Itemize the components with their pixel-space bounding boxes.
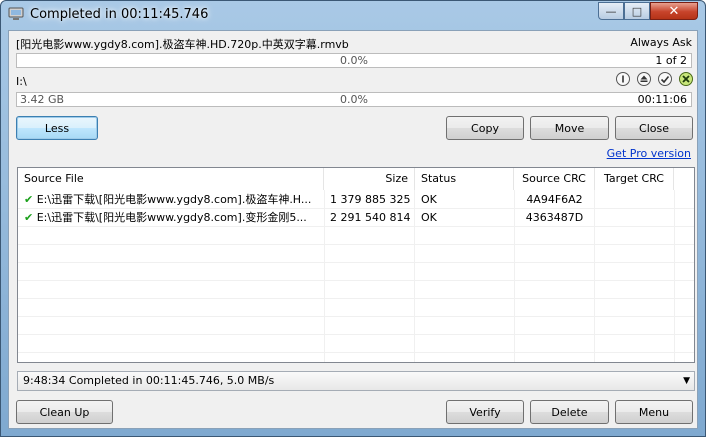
- source-progress-percent: 0.0%: [340, 54, 368, 67]
- chevron-down-icon[interactable]: ▼: [683, 372, 690, 390]
- grid-line: [18, 298, 694, 299]
- table-row[interactable]: ✔ E:\迅雷下载\[阳光电影www.ygdy8.com].变形金刚5... 2…: [18, 209, 694, 227]
- file-counter: 1 of 2: [655, 54, 687, 67]
- grid-line: [18, 352, 694, 353]
- grid-line: [18, 280, 694, 281]
- column-header-status[interactable]: Status: [415, 168, 514, 190]
- move-button[interactable]: Move: [530, 116, 609, 140]
- clean-up-button[interactable]: Clean Up: [16, 400, 113, 424]
- cell-status: OK: [421, 211, 437, 224]
- cell-source-crc: 4363487D: [525, 211, 584, 224]
- eject-icon[interactable]: [637, 72, 651, 86]
- get-pro-link[interactable]: Get Pro version: [607, 147, 691, 160]
- column-header-source-crc[interactable]: Source CRC: [514, 168, 595, 190]
- client-area: [阳光电影www.ygdy8.com].极盗车神.HD.720p.中英双字幕.r…: [8, 30, 698, 429]
- app-icon: [8, 7, 24, 20]
- cell-source-file: ✔ E:\迅雷下载\[阳光电影www.ygdy8.com].极盗车神.H...: [18, 191, 324, 209]
- log-selected-entry: 9:48:34 Completed in 00:11:45.746, 5.0 M…: [23, 374, 275, 387]
- file-path: E:\迅雷下载\[阳光电影www.ygdy8.com].变形金刚5...: [36, 211, 307, 224]
- ok-check-icon: ✔: [24, 211, 34, 224]
- table-header: Source File Size Status Source CRC Targe…: [18, 168, 694, 190]
- target-path: I:\: [16, 75, 27, 88]
- log-dropdown[interactable]: 9:48:34 Completed in 00:11:45.746, 5.0 M…: [17, 371, 695, 391]
- collision-mode[interactable]: Always Ask: [630, 36, 692, 49]
- info-icon[interactable]: [616, 72, 630, 86]
- source-file-name: [阳光电影www.ygdy8.com].极盗车神.HD.720p.中英双字幕.r…: [16, 38, 349, 51]
- cell-status: OK: [421, 193, 437, 206]
- menu-button[interactable]: Menu: [615, 400, 693, 424]
- cell-source-file: ✔ E:\迅雷下载\[阳光电影www.ygdy8.com].变形金刚5...: [18, 209, 324, 227]
- cell-source-crc: 4A94F6A2: [526, 193, 583, 206]
- maximize-button[interactable]: □: [624, 2, 650, 20]
- grid-line: [18, 262, 694, 263]
- target-progress-percent: 0.0%: [340, 93, 368, 106]
- check-icon[interactable]: [658, 72, 672, 86]
- app-window: Completed in 00:11:45.746 — □ ✕ [阳光电影www…: [0, 0, 706, 437]
- verify-button[interactable]: Verify: [446, 400, 524, 424]
- close-window-button[interactable]: ✕: [650, 2, 698, 20]
- table-row[interactable]: ✔ E:\迅雷下载\[阳光电影www.ygdy8.com].极盗车神.H... …: [18, 191, 694, 209]
- grid-line: [18, 334, 694, 335]
- grid-line: [18, 316, 694, 317]
- copy-button[interactable]: Copy: [446, 116, 524, 140]
- delete-button[interactable]: Delete: [530, 400, 609, 424]
- cell-size: 2 291 540 814: [330, 211, 411, 224]
- cell-target-crc: [595, 209, 674, 227]
- minimize-button[interactable]: —: [598, 2, 624, 20]
- target-progress-bar: 3.42 GB 0.0% 00:11:06: [16, 92, 692, 107]
- file-path: E:\迅雷下载\[阳光电影www.ygdy8.com].极盗车神.H...: [36, 193, 312, 206]
- column-header-source-file[interactable]: Source File: [18, 168, 324, 190]
- column-header-size[interactable]: Size: [324, 168, 415, 190]
- column-header-target-crc[interactable]: Target CRC: [595, 168, 674, 190]
- cell-size: 1 379 885 325: [330, 193, 411, 206]
- less-button[interactable]: Less: [16, 116, 98, 140]
- ok-check-icon: ✔: [24, 193, 34, 206]
- source-progress-bar: 0.0% 1 of 2: [16, 53, 692, 68]
- window-title: Completed in 00:11:45.746: [30, 7, 209, 22]
- elapsed-time: 00:11:06: [637, 93, 687, 106]
- close-button[interactable]: Close: [615, 116, 693, 140]
- cell-target-crc: [595, 191, 674, 209]
- grid-line: [18, 244, 694, 245]
- verify-cancel-icon[interactable]: [679, 72, 693, 86]
- file-table: Source File Size Status Source CRC Targe…: [17, 167, 695, 363]
- title-bar[interactable]: Completed in 00:11:45.746 — □ ✕: [1, 1, 705, 29]
